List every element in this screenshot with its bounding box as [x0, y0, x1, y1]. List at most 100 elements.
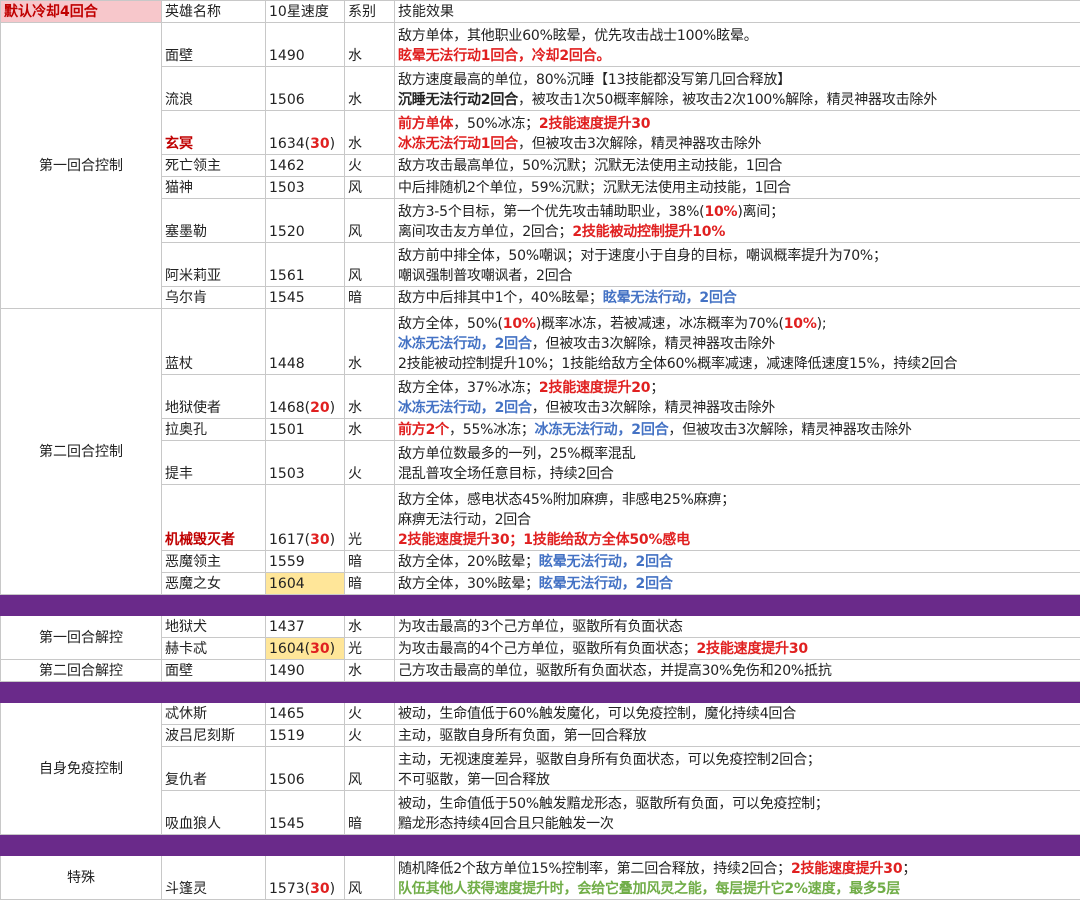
speed-value: 1545: [269, 290, 305, 306]
col-header-element: 系别: [344, 0, 395, 23]
effect-line: 敌方全体，20%眩晕；眩晕无法行动，2回合: [398, 552, 1077, 572]
hero-name: 死亡领主: [161, 154, 266, 177]
effect-segment: 随机降低2个敌方单位15%控制率，第二回合释放，持续2回合；: [398, 861, 791, 877]
table-row: 流浪 1506 水敌方速度最高的单位，80%沉睡【13技能都没写第几回合释放】 沉睡无…: [1, 66, 1080, 111]
effect-segment: 眩晕无法行动，2回合: [602, 290, 737, 306]
effect-segment: 敌方单位数最多的一列，25%概率混乱: [398, 446, 636, 462]
effect-line: 敌方全体，50%(10%)概率冰冻，若被减速，冰冻概率为70%(10%);: [398, 314, 1077, 334]
hero-speed: 1573(30): [265, 855, 345, 900]
effect-segment: 敌方中后排其中1个，40%眩晕；: [398, 290, 603, 306]
hero-name: 乌尔肯: [161, 286, 266, 309]
col-header-speed: 10星速度: [265, 0, 345, 23]
skill-effect: 敌方攻击最高单位，50%沉默；沉默无法使用主动技能，1回合: [394, 154, 1080, 177]
hero-element: 风: [344, 746, 395, 791]
hero-name: 猫神: [161, 176, 266, 199]
table-row: 恶魔领主 1559 暗敌方全体，20%眩晕；眩晕无法行动，2回合: [1, 550, 1080, 573]
section-separator: [0, 834, 1080, 856]
table-row: 猫神 1503 风中后排随机2个单位，59%沉默；沉默无法使用主动技能，1回合: [1, 176, 1080, 199]
table-row: 死亡领主 1462 火敌方攻击最高单位，50%沉默；沉默无法使用主动技能，1回合: [1, 154, 1080, 177]
effect-line: 主动，无视速度差异，驱散自身所有负面状态，可以免疫控制2回合；: [398, 750, 1077, 770]
hero-element: 水: [344, 110, 395, 155]
hero-name: 斗篷灵: [161, 855, 266, 900]
separator-bar: [0, 681, 1080, 703]
effect-segment: 为攻击最高的3个己方单位，驱散所有负面状态: [398, 619, 683, 635]
table-row: 吸血狼人 1545 暗被动，生命值低于50%触发黯龙形态，驱散所有负面，可以免疫控制…: [1, 790, 1080, 835]
hero-name: 塞墨勒: [161, 198, 266, 243]
speed-value: 1604: [269, 576, 305, 592]
skill-effect: 己方攻击最高的单位，驱散所有负面状态，并提高30%免伤和20%抵抗: [394, 659, 1080, 682]
effect-segment: 冰冻无法行动，2回合: [398, 336, 532, 352]
speed-value: 1506: [269, 92, 305, 108]
hero-element: 火: [344, 702, 395, 725]
effect-line: 前方2个，55%冰冻；冰冻无法行动，2回合，但被攻击3次解除，精灵神器攻击除外: [398, 420, 1077, 440]
effect-segment: 前方2个: [398, 422, 449, 438]
skill-effect: 敌方单体，其他职业60%眩晕，优先攻击战士100%眩晕。 眩晕无法行动1回合，冷却…: [394, 22, 1080, 67]
effect-segment: ，但被攻击3次解除，精灵神器攻击除外: [517, 136, 762, 152]
speed-value: 1462: [269, 158, 305, 174]
hero-speed: 1503: [265, 176, 345, 199]
table-row: 恶魔之女 1604 暗敌方全体，30%眩晕；眩晕无法行动，2回合: [1, 572, 1080, 595]
table-row: 塞墨勒 1520 风敌方3-5个目标，第一个优先攻击辅助职业，38%(10%)离间；…: [1, 198, 1080, 243]
skill-effect: 被动，生命值低于60%触发魔化，可以免疫控制，魔化持续4回合: [394, 702, 1080, 725]
speed-bonus: 30: [310, 136, 330, 152]
category-cell: 第一回合控制: [0, 22, 162, 309]
effect-segment: 敌方前中排全体，50%嘲讽；对于速度小于自身的目标，嘲讽概率提升为70%；: [398, 248, 887, 264]
effect-line: 麻痹无法行动，2回合: [398, 510, 1077, 530]
speed-value: 1561: [269, 268, 305, 284]
effect-line: 敌方全体，感电状态45%附加麻痹，非感电25%麻痹；: [398, 490, 1077, 510]
hero-element: 光: [344, 637, 395, 660]
effect-segment: 敌方全体，20%眩晕；: [398, 554, 539, 570]
effect-line: 被动，生命值低于50%触发黯龙形态，驱散所有负面，可以免疫控制；: [398, 794, 1077, 814]
hero-speed: 1503: [265, 440, 345, 485]
effect-segment: 2技能速度提升30: [538, 116, 651, 132]
effect-segment: ，被攻击1次50概率解除，被攻击2次100%解除，精灵神器攻击除外: [517, 92, 938, 108]
speed-value: 1465: [269, 706, 305, 722]
effect-line: 为攻击最高的4个己方单位，驱散所有负面状态；2技能速度提升30: [398, 639, 1077, 659]
effect-segment: 2技能被动控制提升10%；1技能给敌方全体60%概率减速，减速降低速度15%，持…: [398, 356, 958, 372]
effect-line: 2技能被动控制提升10%；1技能给敌方全体60%概率减速，减速降低速度15%，持…: [398, 354, 1077, 374]
hero-name: 恶魔之女: [161, 572, 266, 595]
skill-effect: 前方单体，50%冰冻；2技能速度提升30 冰冻无法行动1回合，但被攻击3次解除，精…: [394, 110, 1080, 155]
effect-line: 嘲讽强制普攻嘲讽者，2回合: [398, 266, 1077, 286]
speed-value: 1506: [269, 772, 305, 788]
hero-name: 面壁: [161, 659, 266, 682]
effect-segment: 黯龙形态持续4回合且只能触发一次: [398, 816, 614, 832]
speed-paren-close: ): [329, 532, 336, 548]
effect-segment: ，但被攻击3次解除，精灵神器攻击除外: [668, 422, 912, 438]
hero-element: 火: [344, 154, 395, 177]
effect-segment: 不可驱散，第一回合释放: [398, 772, 550, 788]
hero-element: 风: [344, 176, 395, 199]
effect-line: 黯龙形态持续4回合且只能触发一次: [398, 814, 1077, 834]
hero-speed: 1559: [265, 550, 345, 573]
hero-name: 拉奥孔: [161, 418, 266, 441]
skill-effect: 敌方全体，感电状态45%附加麻痹，非感电25%麻痹； 麻痹无法行动，2回合 2技能速…: [394, 484, 1080, 551]
speed-value: 1468: [269, 400, 305, 416]
effect-line: 敌方全体，37%冰冻；2技能速度提升20；: [398, 378, 1077, 398]
table-row: 机械毁灭者 1617(30) 光敌方全体，感电状态45%附加麻痹，非感电25%麻痹；…: [1, 484, 1080, 551]
effect-line: 己方攻击最高的单位，驱散所有负面状态，并提高30%免伤和20%抵抗: [398, 661, 1077, 681]
category-cell: 第一回合解控: [0, 615, 162, 660]
hero-name: 提丰: [161, 440, 266, 485]
hero-name: 阿米莉亚: [161, 242, 266, 287]
effect-segment: 混乱普攻全场任意目标，持续2回合: [398, 466, 614, 482]
speed-value: 1559: [269, 554, 305, 570]
effect-segment: );: [816, 316, 827, 332]
category-cell: 第二回合控制: [0, 308, 162, 595]
hero-name: 吸血狼人: [161, 790, 266, 835]
cooldown-note-cell: 默认冷却4回合: [0, 0, 162, 23]
skill-effect: 被动，生命值低于50%触发黯龙形态，驱散所有负面，可以免疫控制； 黯龙形态持续4回…: [394, 790, 1080, 835]
hero-element: 水: [344, 374, 395, 419]
hero-element: 水: [344, 418, 395, 441]
effect-segment: )概率冰冻，若被减速，冰冻概率为70%(: [535, 316, 784, 332]
table-row: 第一回合解控 地狱犬 1437 水为攻击最高的3个己方单位，驱散所有负面状态: [0, 615, 1080, 660]
skill-effect: 敌方单位数最多的一列，25%概率混乱 混乱普攻全场任意目标，持续2回合: [394, 440, 1080, 485]
effect-line: 敌方中后排其中1个，40%眩晕；眩晕无法行动，2回合: [398, 288, 1077, 308]
effect-segment: 眩晕无法行动1回合，冷却2回合。: [398, 48, 611, 64]
effect-segment: 敌方全体，感电状态45%附加麻痹，非感电25%麻痹；: [398, 492, 736, 508]
effect-segment: 敌方全体，30%眩晕；: [398, 576, 539, 592]
hero-name: 玄冥: [161, 110, 266, 155]
hero-element: 光: [344, 484, 395, 551]
effect-segment: 敌方攻击最高单位，50%沉默；沉默无法使用主动技能，1回合: [398, 158, 783, 174]
effect-line: 为攻击最高的3个己方单位，驱散所有负面状态: [398, 617, 1077, 637]
skill-effect: 为攻击最高的4个己方单位，驱散所有负面状态；2技能速度提升30: [394, 637, 1080, 660]
